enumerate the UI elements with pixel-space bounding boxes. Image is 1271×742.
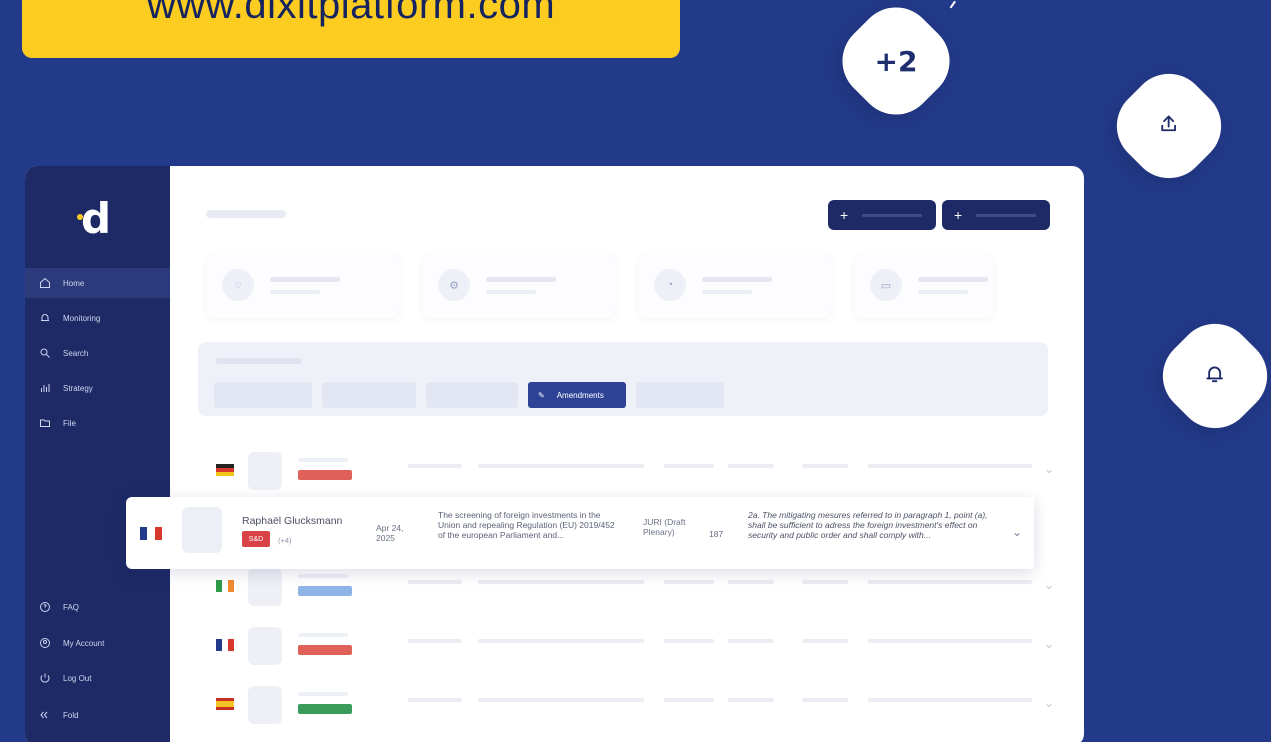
chevron-down-icon[interactable]: ⌄ <box>1044 578 1054 592</box>
sidebar-item-label: Search <box>63 348 89 358</box>
stat-card[interactable]: ◔ <box>638 252 832 318</box>
logo: d <box>81 194 112 243</box>
table-row[interactable]: ⌄ <box>198 446 1068 500</box>
url-banner: www.dixitplatform.com <box>22 0 680 58</box>
pen-icon: ✎ <box>538 390 545 400</box>
sidebar-item-label: FAQ <box>63 602 80 612</box>
table-row[interactable]: ⌄ <box>198 621 1068 675</box>
amendment-date: Apr 24, 2025 <box>376 523 404 543</box>
bell-icon: ◌ <box>222 269 254 301</box>
bell-icon <box>1204 363 1226 390</box>
sidebar-item-label: Fold <box>63 710 79 720</box>
url-text: www.dixitplatform.com <box>146 0 556 27</box>
clock-icon: ◔ <box>654 269 686 301</box>
search-icon <box>39 347 51 359</box>
committee: JURI (Draft Plenary) <box>643 517 686 537</box>
app-window: d Home Monitoring Search Strategy File F… <box>25 166 1084 742</box>
filter-title-placeholder <box>216 358 302 364</box>
sidebar-item-label: Strategy <box>63 383 93 393</box>
sidebar-item-log-out[interactable]: Log Out <box>25 663 170 693</box>
filter-chip[interactable] <box>322 382 416 408</box>
party-badge <box>298 645 352 655</box>
party-badge <box>298 704 352 714</box>
filter-chip-label: Amendments <box>556 390 604 400</box>
flag-germany-icon <box>216 464 234 476</box>
sidebar-item-fold[interactable]: Fold <box>25 700 170 730</box>
sidebar-item-file[interactable]: File <box>25 408 170 438</box>
flag-france-icon <box>140 527 162 540</box>
stat-card[interactable]: ▭ <box>854 252 994 318</box>
filter-chip[interactable] <box>426 382 518 408</box>
sidebar-item-search[interactable]: Search <box>25 338 170 368</box>
flag-spain-icon <box>216 698 234 710</box>
count-bubble: +2 <box>826 0 966 131</box>
chevron-down-icon[interactable]: ⌄ <box>1012 525 1022 539</box>
table-row[interactable]: ⌄ <box>198 562 1068 616</box>
avatar <box>248 568 282 606</box>
avatar <box>248 452 282 490</box>
highlighted-amendment-row[interactable]: Raphaël Glucksmann S&D (+4) Apr 24, 2025… <box>126 497 1034 569</box>
stat-card[interactable]: ◌ <box>206 252 400 318</box>
party-badge <box>298 586 352 596</box>
sidebar-item-label: Home <box>63 278 85 288</box>
sidebar-item-label: Monitoring <box>63 313 101 323</box>
sidebar-item-label: My Account <box>63 638 105 648</box>
chevron-down-icon[interactable]: ⌄ <box>1044 637 1054 651</box>
decorative-tick <box>948 0 956 9</box>
sidebar-item-faq[interactable]: FAQ <box>25 592 170 622</box>
stat-card[interactable]: ⚙ <box>422 252 616 318</box>
sidebar-item-strategy[interactable]: Strategy <box>25 373 170 403</box>
member-name: Raphaël Glucksmann <box>242 515 343 527</box>
dossier-title: The screening of foreign investments in … <box>438 510 615 540</box>
cosigner-count: (+4) <box>278 536 292 545</box>
filter-panel: ✎ Amendments <box>198 342 1048 416</box>
amendment-text: 2a. The mitigating mesures referred to i… <box>748 510 988 540</box>
sidebar-item-home[interactable]: Home <box>25 268 170 298</box>
main-content: + + ◌ ⚙ ◔ ▭ ✎ Amendments ⌄ ⌄ ⌄ ⌄ <box>170 166 1084 742</box>
gear-icon: ⚙ <box>438 269 470 301</box>
account-icon <box>39 637 51 649</box>
folder-icon <box>39 417 51 429</box>
party-badge: S&D <box>242 531 270 547</box>
share-button[interactable] <box>1101 58 1237 194</box>
filter-chip[interactable] <box>214 382 312 408</box>
power-icon <box>39 672 51 684</box>
help-icon <box>39 601 51 613</box>
page-title-placeholder <box>206 210 286 218</box>
avatar <box>182 507 222 553</box>
notification-button[interactable] <box>1147 308 1271 444</box>
sidebar: d Home Monitoring Search Strategy File F… <box>25 166 170 742</box>
filter-chip-amendments[interactable]: ✎ Amendments <box>528 382 626 408</box>
bar-chart-icon <box>39 382 51 394</box>
sidebar-item-label: File <box>63 418 76 428</box>
add-button-2[interactable]: + <box>942 200 1050 230</box>
party-badge <box>298 470 352 480</box>
chevron-down-icon[interactable]: ⌄ <box>1044 696 1054 710</box>
amendment-number: 187 <box>709 529 724 539</box>
chevron-down-icon[interactable]: ⌄ <box>1044 462 1054 476</box>
flag-ireland-icon <box>216 580 234 592</box>
count-badge: +2 <box>874 44 918 78</box>
fold-icon <box>39 709 51 721</box>
add-button-1[interactable]: + <box>828 200 936 230</box>
sidebar-item-monitoring[interactable]: Monitoring <box>25 303 170 333</box>
share-upload-icon <box>1158 113 1180 140</box>
avatar <box>248 686 282 724</box>
sidebar-item-my-account[interactable]: My Account <box>25 628 170 658</box>
filter-chip[interactable] <box>636 382 724 408</box>
flag-france-icon <box>216 639 234 651</box>
bell-icon <box>39 312 51 324</box>
sidebar-item-label: Log Out <box>63 673 92 683</box>
avatar <box>248 627 282 665</box>
home-icon <box>39 277 51 289</box>
table-row[interactable]: ⌄ <box>198 680 1068 734</box>
folder-icon: ▭ <box>870 269 902 301</box>
